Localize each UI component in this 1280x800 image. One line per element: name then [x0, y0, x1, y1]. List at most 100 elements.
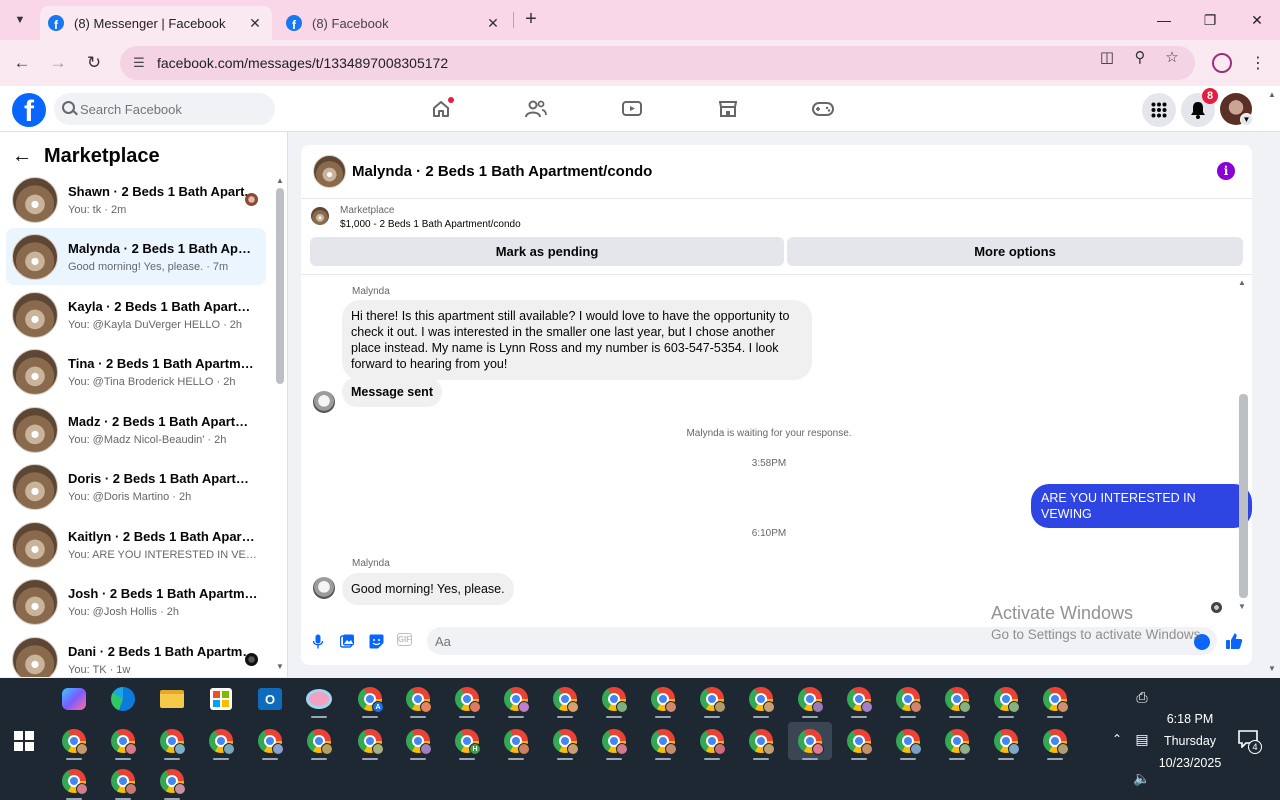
tab-close-icon[interactable]: ✕: [246, 14, 264, 32]
chrome-icon[interactable]: [543, 722, 587, 760]
chrome-icon[interactable]: [935, 680, 979, 718]
conversation-item[interactable]: Madz · 2 Beds 1 Bath Apartmen... You: @M…: [6, 401, 266, 458]
back-icon[interactable]: ←: [10, 51, 34, 75]
chrome-icon[interactable]: [396, 680, 440, 718]
chrome-icon[interactable]: [1033, 722, 1077, 760]
back-arrow-icon[interactable]: ←: [12, 144, 38, 168]
chrome-icon[interactable]: [984, 680, 1028, 718]
bookmark-star-icon[interactable]: ☆: [1162, 48, 1182, 66]
outgoing-message[interactable]: ARE YOU INTERESTED IN VEWING: [1031, 484, 1252, 528]
chrome-icon[interactable]: H: [445, 722, 489, 760]
volume-icon[interactable]: 🔈: [1133, 769, 1151, 787]
chrome-icon[interactable]: [837, 722, 881, 760]
chrome-icon[interactable]: [690, 680, 734, 718]
scroll-down-arrow-icon[interactable]: ▼: [276, 662, 284, 671]
chrome-icon[interactable]: [690, 722, 734, 760]
chrome-icon[interactable]: [494, 722, 538, 760]
chrome-icon[interactable]: [886, 722, 930, 760]
outlook-icon[interactable]: O: [248, 680, 292, 718]
photo-icon[interactable]: [339, 633, 355, 649]
chrome-icon[interactable]: [150, 722, 194, 760]
conversation-item[interactable]: Kayla · 2 Beds 1 Bath Apartment... You: …: [6, 286, 266, 343]
chrome-icon[interactable]: [886, 680, 930, 718]
conversation-item[interactable]: Doris · 2 Beds 1 Bath Apartment... You: …: [6, 458, 266, 515]
taskbar-clock[interactable]: 6:18 PM Thursday 10/23/2025: [1150, 708, 1230, 774]
chrome-icon[interactable]: [739, 680, 783, 718]
chrome-icon-active[interactable]: [788, 722, 832, 760]
file-explorer-icon[interactable]: [150, 680, 194, 718]
chrome-icon[interactable]: [101, 762, 145, 800]
chrome-icon[interactable]: [935, 722, 979, 760]
conversation-item[interactable]: Tina · 2 Beds 1 Bath Apartment/... You: …: [6, 343, 266, 400]
chrome-icon[interactable]: [984, 722, 1028, 760]
chrome-icon[interactable]: [348, 722, 392, 760]
tab-close-icon[interactable]: ✕: [484, 14, 502, 32]
like-thumbs-up-icon[interactable]: [1224, 631, 1244, 651]
tab-facebook[interactable]: f (8) Facebook ✕: [278, 6, 510, 40]
chrome-icon[interactable]: [101, 722, 145, 760]
new-tab-icon[interactable]: +: [520, 8, 542, 30]
chrome-icon[interactable]: [494, 680, 538, 718]
chrome-icon[interactable]: [52, 722, 96, 760]
marketplace-icon[interactable]: [717, 98, 739, 120]
chrome-icon[interactable]: A: [348, 680, 392, 718]
chrome-icon[interactable]: [297, 722, 341, 760]
browser-menu-icon[interactable]: ⋮: [1250, 51, 1266, 75]
chrome-icon[interactable]: [52, 762, 96, 800]
sticker-icon[interactable]: [368, 633, 384, 649]
gif-icon[interactable]: GIF: [397, 633, 412, 646]
edge-icon[interactable]: [101, 680, 145, 718]
browser-profile-icon[interactable]: [1212, 53, 1232, 73]
chrome-icon[interactable]: [739, 722, 783, 760]
chrome-icon[interactable]: [592, 722, 636, 760]
incoming-message[interactable]: Good morning! Yes, please.: [342, 573, 514, 605]
conversation-item-selected[interactable]: Malynda · 2 Beds 1 Bath Apartm... Good m…: [6, 228, 266, 285]
address-bar[interactable]: ☰ facebook.com/messages/t/13348970083051…: [120, 46, 1195, 80]
zoom-icon[interactable]: ⚲: [1130, 48, 1150, 66]
sender-avatar[interactable]: [313, 391, 335, 413]
chrome-icon[interactable]: [788, 680, 832, 718]
network-icon[interactable]: ▤: [1133, 730, 1151, 748]
mark-as-pending-button[interactable]: Mark as pending: [310, 237, 784, 266]
scroll-up-arrow-icon[interactable]: ▲: [276, 176, 284, 185]
scroll-down-arrow-icon[interactable]: ▼: [1238, 602, 1246, 611]
menu-grid-icon[interactable]: [1142, 93, 1176, 127]
tab-messenger[interactable]: f (8) Messenger | Facebook ✕: [40, 6, 272, 40]
friends-icon[interactable]: [525, 98, 547, 120]
conversation-item[interactable]: Shawn · 2 Beds 1 Bath Apart... You: tk ·…: [6, 171, 266, 228]
chrome-icon[interactable]: [592, 680, 636, 718]
listing-info[interactable]: Marketplace $1,000 - 2 Beds 1 Bath Apart…: [311, 205, 521, 230]
snipping-tool-icon[interactable]: [297, 680, 341, 718]
facebook-search-input[interactable]: [54, 93, 275, 125]
chrome-icon[interactable]: [150, 762, 194, 800]
gaming-icon[interactable]: [812, 98, 834, 120]
chrome-icon[interactable]: [396, 722, 440, 760]
chrome-icon[interactable]: [837, 680, 881, 718]
page-scroll-down-icon[interactable]: ▼: [1268, 664, 1276, 673]
windows-start-icon[interactable]: [14, 731, 34, 751]
watch-icon[interactable]: [621, 98, 643, 120]
sender-avatar[interactable]: [313, 577, 335, 599]
conversation-item[interactable]: Kaitlyn · 2 Beds 1 Bath Apartme... You: …: [6, 516, 266, 573]
reload-icon[interactable]: ↻: [82, 51, 106, 75]
chrome-icon[interactable]: [1033, 680, 1077, 718]
facebook-logo-icon[interactable]: f: [12, 93, 46, 127]
chrome-icon[interactable]: [543, 680, 587, 718]
message-input[interactable]: [427, 627, 1217, 655]
chrome-icon[interactable]: [445, 680, 489, 718]
more-options-button[interactable]: More options: [787, 237, 1243, 266]
sidebar-scrollbar[interactable]: [276, 188, 284, 384]
chat-title[interactable]: Malynda · 2 Beds 1 Bath Apartment/condo: [352, 163, 652, 180]
emoji-icon[interactable]: [1194, 634, 1210, 650]
conversation-item[interactable]: Josh · 2 Beds 1 Bath Apartment/... You: …: [6, 573, 266, 630]
scroll-up-arrow-icon[interactable]: ▲: [1238, 278, 1246, 287]
forward-icon[interactable]: →: [46, 51, 70, 75]
chevron-up-icon[interactable]: ⌃: [1109, 730, 1125, 748]
incoming-message[interactable]: Hi there! Is this apartment still availa…: [342, 300, 812, 380]
window-close-icon[interactable]: ✕: [1245, 8, 1269, 32]
restore-icon[interactable]: ❐: [1198, 8, 1222, 32]
conversation-item[interactable]: Dani · 2 Beds 1 Bath Apartme... You: TK …: [6, 631, 266, 677]
chevron-down-icon[interactable]: ▼: [1240, 113, 1253, 126]
chrome-icon[interactable]: [641, 722, 685, 760]
chrome-icon[interactable]: [248, 722, 292, 760]
